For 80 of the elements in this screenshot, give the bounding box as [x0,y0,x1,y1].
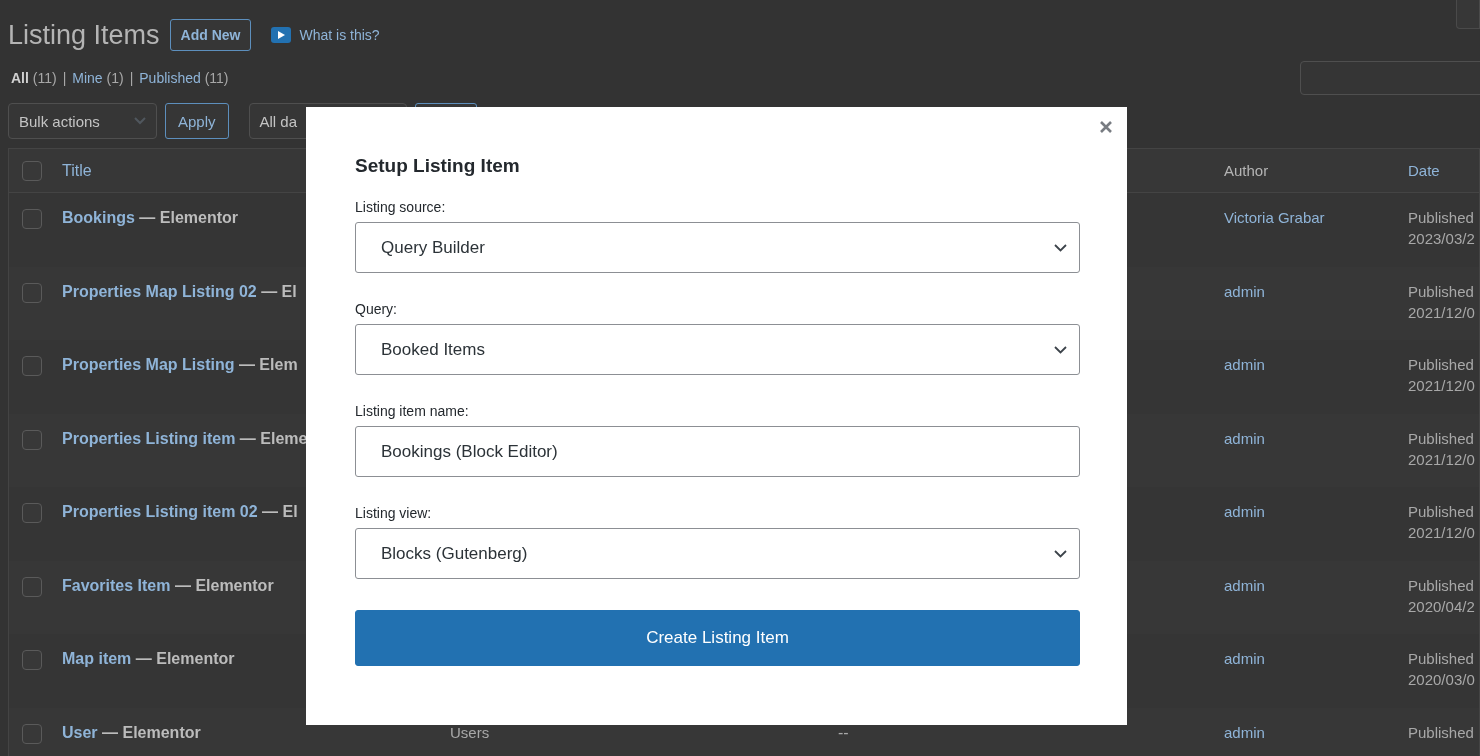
separator: | [62,70,67,86]
author-link[interactable]: admin [1224,356,1265,373]
date-label: 2020/04/2 [1408,597,1475,615]
item-title-link[interactable]: Bookings [62,209,135,226]
field-label: Listing item name: [355,403,470,419]
row-checkbox[interactable] [22,503,42,523]
date-label: 2021/12/0 [1408,303,1475,321]
table-cell: Users [450,723,490,741]
chevron-down-icon [1054,549,1067,558]
item-type-label: — El [260,282,297,300]
item-type-label: — Elementor [138,209,239,226]
status-label: Published [1408,576,1475,594]
item-title-link[interactable]: User [62,723,98,741]
select-field[interactable]: Booked Items [355,324,1080,375]
row-checkbox[interactable] [22,723,42,744]
row-checkbox[interactable] [22,209,42,229]
author-link[interactable]: admin [1224,429,1265,447]
search-field[interactable] [1300,61,1480,95]
page-title: Listing Items [8,19,160,51]
separator: | [129,70,134,86]
item-type-label: — Elementor [101,723,201,741]
author-link[interactable]: admin [1224,650,1265,667]
author-link[interactable]: admin [1224,503,1265,520]
row-checkbox[interactable] [22,429,42,450]
date-label: 2023/03/2 [1408,230,1475,247]
chevron-down-icon [1054,243,1067,252]
field-label: Listing view: [355,505,433,521]
column-header: Author [1224,162,1269,179]
field-label: Query: [355,301,398,317]
item-title-link[interactable]: Map item [62,650,132,667]
date-label: 2021/12/0 [1408,450,1475,468]
create-button[interactable]: Create Listing Item [355,610,1080,666]
status-label: Published [1408,503,1475,520]
item-type-label: — Elementor [134,650,235,667]
filter-link[interactable]: Published (11) [139,70,229,86]
date-label: 2020/03/0 [1408,671,1475,688]
status-label: Published [1408,356,1475,373]
item-type-label: — Eleme [238,429,308,447]
item-title-link[interactable]: Properties Listing item [62,429,236,447]
date-label: 2021/12/0 [1408,524,1475,541]
select-all-checkbox[interactable] [22,160,42,181]
video-play-icon[interactable] [271,27,292,43]
field-label: Listing source: [355,199,447,215]
table-cell: -- [838,723,849,741]
item-type-label: — Elem [237,356,298,373]
row-checkbox[interactable] [22,650,42,670]
status-label: Published [1408,209,1475,226]
status-label: Published [1408,429,1475,447]
item-title-link[interactable]: Properties Map Listing 02 [62,282,257,300]
filter-link[interactable]: All (11) [11,70,57,86]
author-link[interactable]: admin [1224,723,1265,741]
item-title-link[interactable]: Favorites Item [62,576,171,594]
status-label: Published [1408,282,1475,300]
item-title-link[interactable]: Properties Map Listing [62,356,235,373]
author-link[interactable]: admin [1224,282,1265,300]
item-type-label: — El [261,503,298,520]
item-title-link[interactable]: Properties Listing item 02 [62,503,258,520]
chevron-down-icon [1054,345,1067,354]
author-link[interactable]: admin [1224,576,1265,594]
date-label: 2021/12/0 [1408,377,1475,394]
column-header[interactable]: Title [62,161,92,179]
chevron-down-icon [134,117,146,125]
status-label: Published [1408,723,1474,741]
row-checkbox[interactable] [22,576,42,597]
filter-link[interactable]: Mine (1) [72,70,124,86]
bulk-actions-select[interactable]: Bulk actions [8,103,157,139]
author-link[interactable]: Victoria Grabar [1224,209,1325,226]
row-checkbox[interactable] [22,356,42,376]
help-link[interactable]: What is this? [299,27,380,43]
close-icon[interactable] [1099,120,1113,134]
status-label: Published [1408,650,1475,667]
apply-button[interactable]: Apply [165,103,229,139]
input-field[interactable]: Bookings (Block Editor) [355,426,1080,477]
column-header[interactable]: Date [1408,162,1440,179]
select-field[interactable]: Blocks (Gutenberg) [355,528,1080,579]
add-new-button[interactable]: Add New [169,19,252,51]
row-checkbox[interactable] [22,282,42,303]
item-type-label: — Elementor [173,576,274,594]
select-field[interactable]: Query Builder [355,222,1080,273]
dialog-title: Setup Listing Item [355,155,521,177]
